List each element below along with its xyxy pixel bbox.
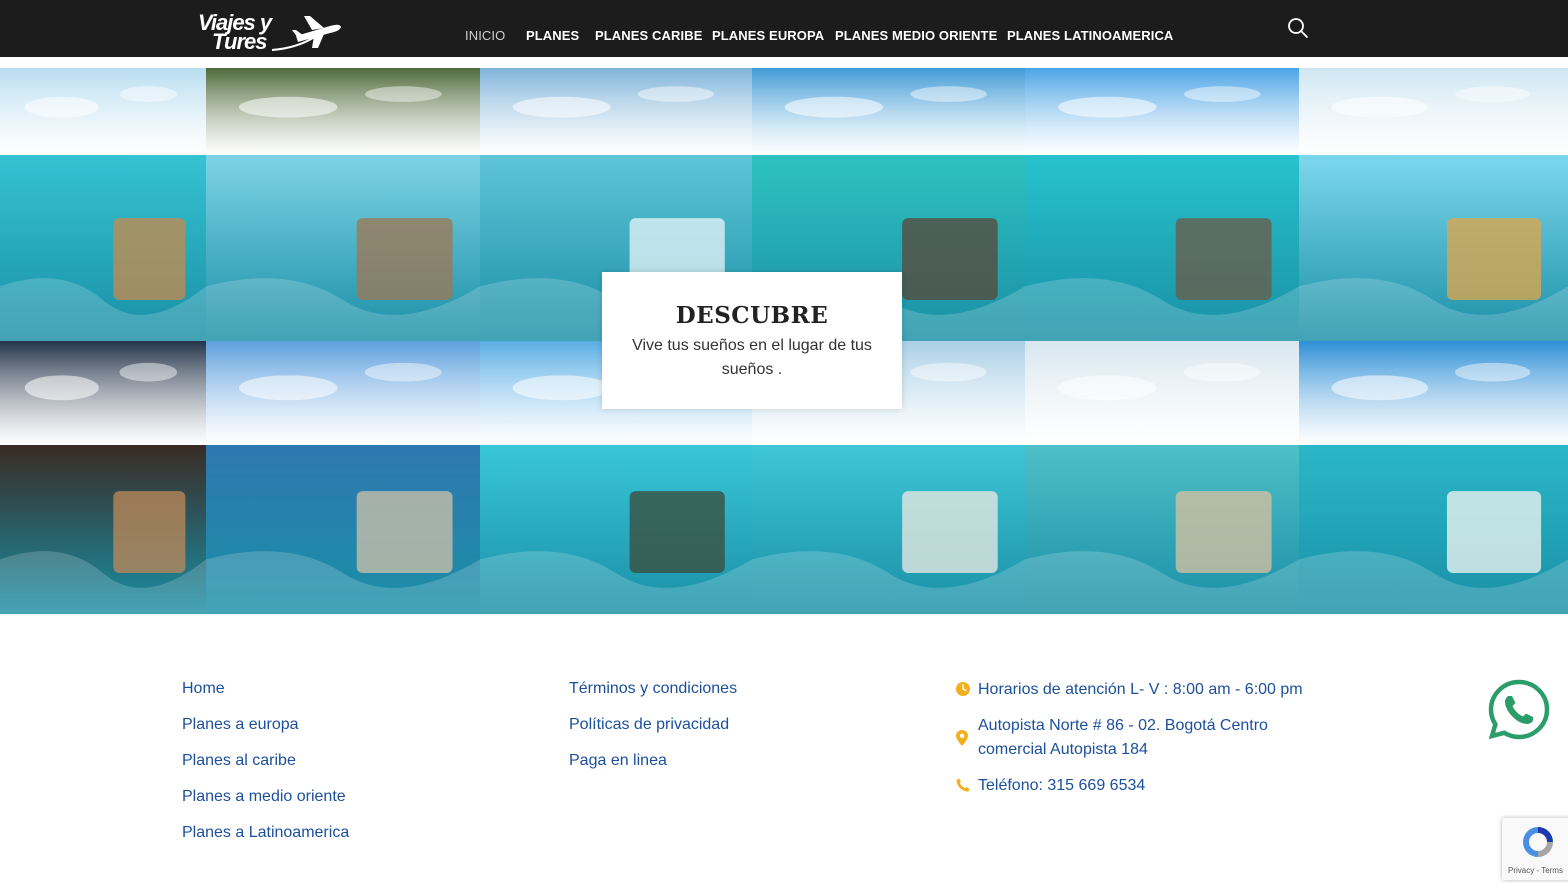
- footer-link-paga-en-linea[interactable]: Paga en linea: [569, 752, 667, 770]
- recaptcha-badge[interactable]: Privacy - Terms: [1502, 818, 1568, 880]
- gallery-photo-cliff-pool-villa: [206, 68, 480, 341]
- nav-item-planes-medio-oriente[interactable]: PLANES MEDIO ORIENTE: [835, 28, 997, 43]
- clock-icon: [956, 682, 970, 696]
- nav-item-inicio[interactable]: INICIO: [465, 28, 505, 43]
- card-title: DESCUBRE: [675, 302, 829, 329]
- footer-link-terminos[interactable]: Términos y condiciones: [569, 680, 737, 698]
- footer-link-home[interactable]: Home: [182, 680, 225, 698]
- card-text: Vive tus sueños en el lugar de tus sueño…: [632, 337, 872, 378]
- location-pin-icon: [956, 730, 968, 746]
- nav-item-planes-europa[interactable]: PLANES EUROPA: [712, 28, 824, 43]
- gallery-photo-rock-tub-island: [206, 341, 480, 614]
- contact-address-text: Autopista Norte # 86 - 02. Bogotá Centro…: [978, 717, 1268, 758]
- gallery-photo-night-couple-mountain: [0, 341, 206, 614]
- gallery-photo-ocean-villa-distance: [1025, 68, 1299, 341]
- top-navigation-bar: Viajes y Tures INICIO PLANES PLANES CARI…: [0, 0, 1568, 57]
- recaptcha-icon: [1523, 827, 1553, 857]
- recaptcha-terms: Privacy - Terms: [1508, 866, 1563, 875]
- nav-item-planes[interactable]: PLANES: [526, 28, 579, 43]
- nav-item-planes-caribe[interactable]: PLANES CARIBE: [595, 28, 702, 43]
- gallery-photo-cave-pool-breakfast: [1299, 68, 1568, 341]
- gallery-photo-overwater-breakfast-table: [0, 68, 206, 341]
- gallery-photo-balcony-couple-lake: [1025, 341, 1299, 614]
- contact-phone-text: Teléfono: 315 669 6534: [978, 777, 1146, 794]
- site-logo[interactable]: Viajes y Tures: [198, 10, 348, 54]
- contact-hours-text: Horarios de atención L- V : 8:00 am - 6:…: [978, 681, 1303, 698]
- gallery-photo-sandbar-ocean: [1299, 341, 1568, 614]
- logo-text-line2: Tures: [212, 29, 268, 54]
- discover-card: DESCUBRE Vive tus sueños en el lugar de …: [602, 272, 902, 409]
- footer-link-planes-medio-oriente[interactable]: Planes a medio oriente: [182, 788, 346, 806]
- search-icon[interactable]: [1287, 17, 1309, 39]
- footer-link-planes-europa[interactable]: Planes a europa: [182, 716, 299, 734]
- airplane-icon: [271, 16, 341, 51]
- footer-link-planes-caribe[interactable]: Planes al caribe: [182, 752, 296, 770]
- phone-icon: [956, 778, 970, 792]
- footer-link-privacidad[interactable]: Políticas de privacidad: [569, 716, 729, 734]
- footer-link-planes-latinoamerica[interactable]: Planes a Latinoamerica: [182, 824, 349, 842]
- whatsapp-icon[interactable]: [1487, 678, 1551, 742]
- nav-item-planes-latinoamerica[interactable]: PLANES LATINOAMERICA: [1007, 28, 1173, 43]
